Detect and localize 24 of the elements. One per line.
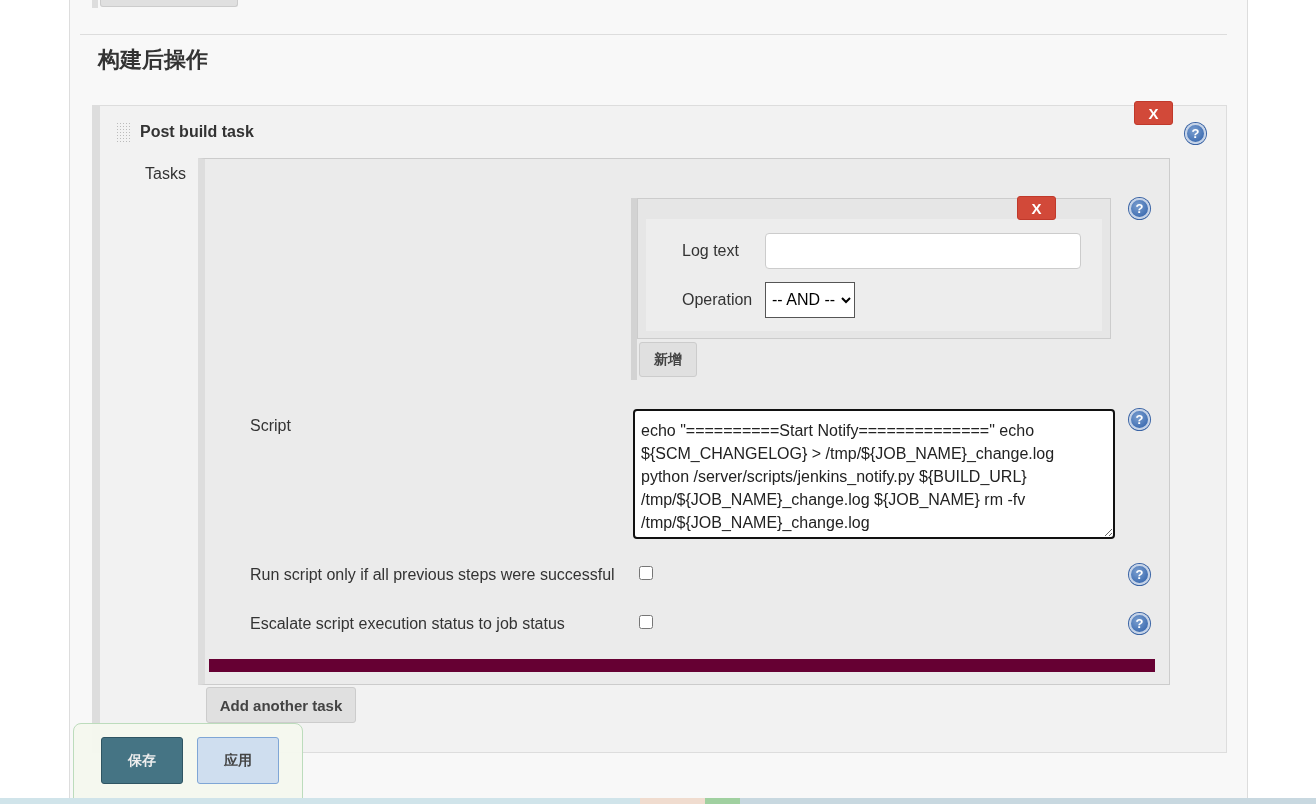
help-icon[interactable]: ?: [1129, 198, 1150, 219]
option-label: Run script only if all previous steps were successful: [250, 565, 615, 583]
field-label: Log text: [682, 241, 740, 260]
help-icon[interactable]: ?: [1129, 409, 1150, 430]
field-label: Tasks: [144, 164, 187, 184]
script-field[interactable]: echo "==========Start Notify==============" echo ${SCM_CHANGELOG} > /tmp/${JOB_NAME}_change.log python /server/scripts/jenkins_notify.py ${BUILD_URL} /tmp/${JOB_NAME}_change.log ${JOB_NAME} rm -fv /tmp/${JOB_NAME}_change.log: [633, 409, 1115, 539]
checkbox[interactable]: [639, 565, 653, 580]
apply-button[interactable]: 应用: [197, 737, 279, 784]
save-button[interactable]: 保存: [101, 737, 183, 784]
add-button[interactable]: 新增: [639, 342, 697, 377]
log-text-field[interactable]: [765, 232, 1081, 269]
operation-select[interactable]: -- AND --: [765, 281, 855, 318]
help-icon[interactable]: ?: [1129, 613, 1150, 634]
add-task-button[interactable]: Add another task: [206, 687, 356, 723]
panel-title: Post build task: [140, 123, 254, 141]
option-label: Escalate script execution status to job status: [250, 614, 565, 632]
delete-button[interactable]: X: [1134, 101, 1173, 125]
help-icon[interactable]: ?: [1185, 123, 1206, 144]
help-icon[interactable]: ?: [1129, 564, 1150, 585]
delete-button[interactable]: X: [1017, 196, 1056, 220]
checkbox[interactable]: [639, 614, 653, 629]
field-label: Operation: [682, 290, 754, 309]
section-title: 构建后操作: [96, 46, 209, 74]
field-label: Script: [250, 416, 292, 435]
